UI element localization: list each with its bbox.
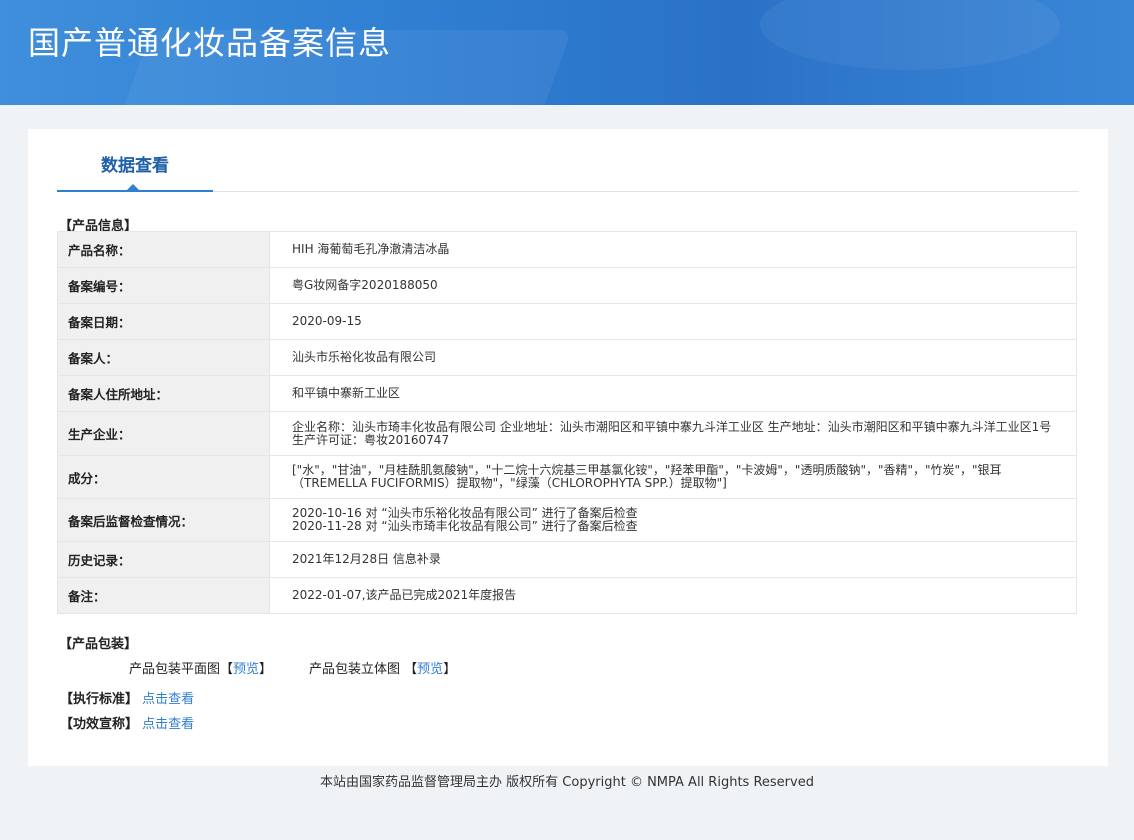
row-label: 备案后监督检查情况：: [57, 498, 270, 542]
table-row: 备注： 2022-01-07,该产品已完成2021年度报告: [57, 577, 1077, 614]
table-row: 产品名称： HIH 海葡萄毛孔净澈清洁冰晶: [57, 231, 1077, 268]
row-value: 2021年12月28日 信息补录: [269, 541, 1077, 578]
table-row: 历史记录： 2021年12月28日 信息补录: [57, 541, 1077, 578]
row-value: ["水"，"甘油"，"月桂酰肌氨酸钠"，"十二烷十六烷基三甲基氯化铵"，"羟苯甲…: [269, 455, 1077, 499]
row-label: 备案人住所地址：: [57, 375, 270, 412]
table-row: 备案人住所地址： 和平镇中寨新工业区: [57, 375, 1077, 412]
row-value: 粤G妆网备字2020188050: [269, 267, 1077, 304]
tab-data-view[interactable]: 数据查看: [57, 129, 213, 192]
table-row: 备案人： 汕头市乐裕化妆品有限公司: [57, 339, 1077, 376]
page-title: 国产普通化妆品备案信息: [28, 24, 392, 62]
tab-label: 数据查看: [101, 156, 169, 176]
efficacy-view-link[interactable]: 点击查看: [142, 717, 194, 732]
preview-3d-link[interactable]: 预览: [417, 662, 443, 677]
bracket: 【: [404, 662, 418, 677]
packaging-3d-label: 产品包装立体图: [309, 662, 401, 677]
page-footer: 本站由国家药品监督管理局主办 版权所有 Copyright © NMPA All…: [320, 775, 814, 790]
content-card: 数据查看 【产品信息】 产品名称： HIH 海葡萄毛孔净澈清洁冰晶 备案编号： …: [28, 129, 1108, 766]
standard-view-link[interactable]: 点击查看: [142, 692, 194, 707]
table-row: 备案后监督检查情况： 2020-10-16 对 “汕头市乐裕化妆品有限公司” 进…: [57, 498, 1077, 542]
bracket: 】: [443, 662, 457, 677]
page-header: 国产普通化妆品备案信息: [0, 0, 1134, 105]
header-decoration: [760, 0, 1060, 70]
row-value: 2020-10-16 对 “汕头市乐裕化妆品有限公司” 进行了备案后检查 202…: [269, 498, 1077, 542]
standard-row: 【执行标准】 点击查看: [60, 688, 194, 707]
bracket: 【: [220, 662, 234, 677]
table-row: 备案编号： 粤G妆网备字2020188050: [57, 267, 1077, 304]
row-value: 2022-01-07,该产品已完成2021年度报告: [269, 577, 1077, 614]
row-label: 备案人：: [57, 339, 270, 376]
row-value: 企业名称：汕头市琦丰化妆品有限公司 企业地址：汕头市潮阳区和平镇中寨九斗洋工业区…: [269, 411, 1077, 456]
table-row: 备案日期： 2020-09-15: [57, 303, 1077, 340]
row-label: 生产企业：: [57, 411, 270, 456]
row-value: HIH 海葡萄毛孔净澈清洁冰晶: [269, 231, 1077, 268]
row-value: 2020-09-15: [269, 303, 1077, 340]
product-info-table: 产品名称： HIH 海葡萄毛孔净澈清洁冰晶 备案编号： 粤G妆网备字202018…: [57, 231, 1077, 614]
packaging-flat-item: 产品包装平面图【预览】: [129, 658, 272, 677]
packaging-flat-label: 产品包装平面图: [129, 662, 221, 677]
row-label: 备案编号：: [57, 267, 270, 304]
table-row: 成分： ["水"，"甘油"，"月桂酰肌氨酸钠"，"十二烷十六烷基三甲基氯化铵"，…: [57, 455, 1077, 499]
row-label: 产品名称：: [57, 231, 270, 268]
efficacy-label: 【功效宣称】: [60, 717, 139, 732]
inspection-record: 2020-11-28 对 “汕头市琦丰化妆品有限公司” 进行了备案后检查: [292, 519, 638, 533]
packaging-3d-item: 产品包装立体图 【预览】: [309, 658, 456, 677]
row-value: 和平镇中寨新工业区: [269, 375, 1077, 412]
row-label: 成分：: [57, 455, 270, 499]
standard-label: 【执行标准】: [60, 692, 139, 707]
preview-flat-link[interactable]: 预览: [233, 662, 259, 677]
efficacy-row: 【功效宣称】 点击查看: [60, 713, 194, 732]
row-label: 备案日期：: [57, 303, 270, 340]
packaging-heading: 【产品包装】: [59, 637, 138, 652]
row-value: 汕头市乐裕化妆品有限公司: [269, 339, 1077, 376]
row-label: 历史记录：: [57, 541, 270, 578]
row-label: 备注：: [57, 577, 270, 614]
table-row: 生产企业： 企业名称：汕头市琦丰化妆品有限公司 企业地址：汕头市潮阳区和平镇中寨…: [57, 411, 1077, 456]
tab-active-indicator: [127, 184, 139, 190]
bracket: 】: [259, 662, 273, 677]
tab-bar: 数据查看: [57, 129, 1079, 192]
